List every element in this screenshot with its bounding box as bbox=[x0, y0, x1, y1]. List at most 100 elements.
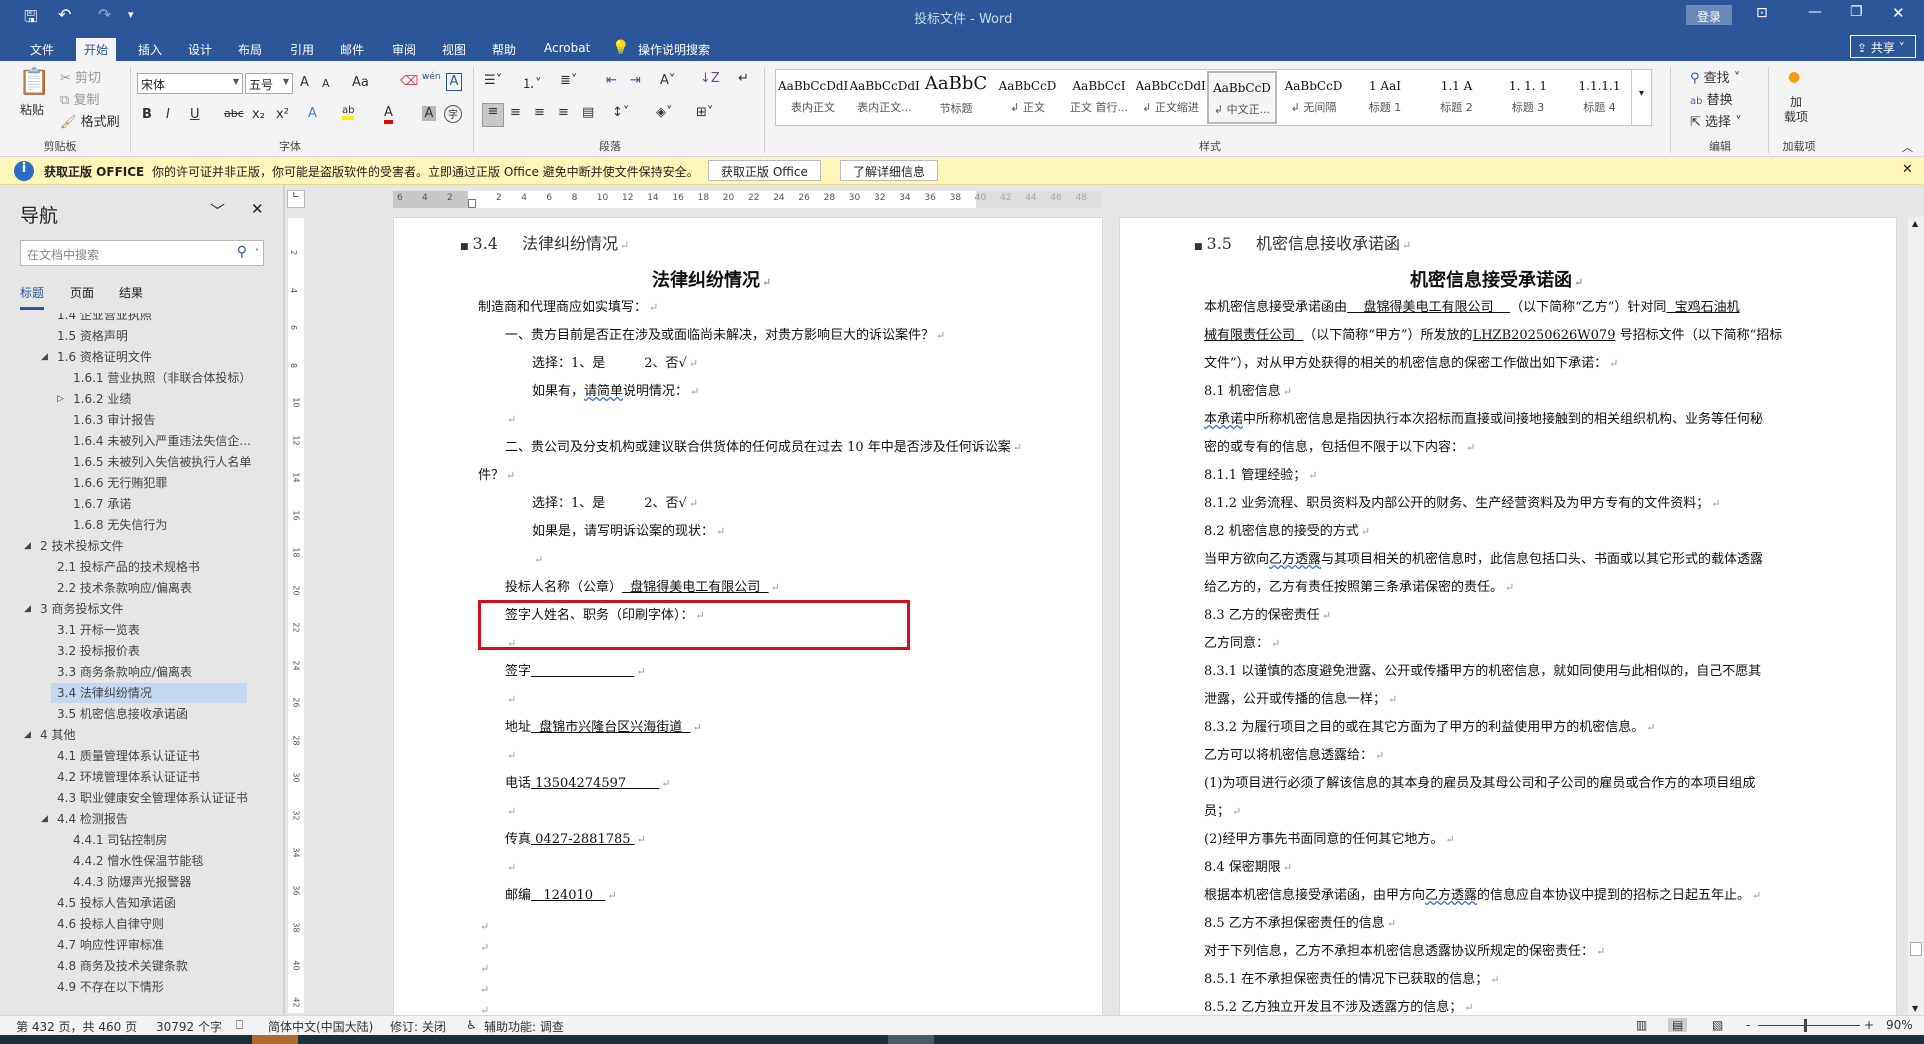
paragraph-line[interactable]: 械有限责任公司 （以下简称“甲方”）所发放的LHZB20250626W079 号… bbox=[1204, 322, 1782, 350]
paragraph-line[interactable] bbox=[505, 742, 516, 770]
shrink-font-button[interactable]: A bbox=[322, 77, 330, 90]
style-item[interactable]: AaBbC 节标题 bbox=[921, 71, 991, 124]
tab-4[interactable]: 布局 bbox=[230, 38, 270, 61]
nav-item[interactable]: 1.6.7 承诺 bbox=[67, 494, 131, 514]
paragraph-line[interactable]: 8.1.1 管理经验； bbox=[1204, 462, 1317, 490]
taskbar-app[interactable] bbox=[252, 1035, 298, 1044]
subscript-button[interactable]: x₂ bbox=[252, 107, 265, 122]
nav-item[interactable]: 1.6.8 无失信行为 bbox=[67, 515, 167, 535]
tab-7[interactable]: 审阅 bbox=[384, 38, 424, 61]
nav-item[interactable]: 3.1 开标一览表 bbox=[51, 620, 140, 640]
nav-item[interactable]: 4.9 不存在以下情形 bbox=[51, 977, 164, 997]
restore-icon[interactable]: ❐ bbox=[1850, 4, 1863, 20]
nav-item[interactable]: 2 技术投标文件 bbox=[34, 536, 123, 556]
paragraph-line[interactable]: (1)为项目进行必须了解该信息的其本身的雇员及其母公司和子公司的雇员或合作方的本… bbox=[1204, 770, 1755, 798]
paragraph-line[interactable]: 一、贵方目前是否正在涉及或面临尚未解决，对贵方影响巨大的诉讼案件？ bbox=[505, 322, 945, 350]
paragraph-line[interactable]: 地址 盘锦市兴隆台区兴海街道 bbox=[505, 714, 702, 742]
login-button[interactable]: 登录 bbox=[1686, 5, 1732, 25]
nav-item[interactable]: 4.4 检测报告 bbox=[51, 809, 128, 829]
language[interactable]: 简体中文(中国大陆) bbox=[268, 1018, 373, 1035]
tab-3[interactable]: 设计 bbox=[180, 38, 220, 61]
style-item[interactable]: AaBbCcD ↲ 中文正... bbox=[1207, 71, 1277, 124]
tab-selector[interactable]: ∟ bbox=[287, 190, 305, 208]
find-button[interactable]: ⚲ 查找 ˅ bbox=[1690, 67, 1740, 86]
paragraph-line[interactable]: 泄露，公开或传播的信息一样； bbox=[1204, 686, 1397, 714]
paste-icon[interactable]: 📋 bbox=[18, 67, 50, 101]
increase-indent-icon[interactable]: ⇥ bbox=[630, 73, 641, 88]
pane-splitter[interactable] bbox=[283, 185, 285, 1015]
nav-item[interactable]: 1.6.5 未被列入失信被执行人名单 bbox=[67, 452, 251, 472]
word-count[interactable]: 30792 个字 bbox=[156, 1018, 222, 1035]
nav-item[interactable]: 3 商务投标文件 bbox=[34, 599, 123, 619]
paragraph-line[interactable]: 根据本机密信息接受承诺函，由甲方向乙方透露的信息应自本协议中提到的招标之日起五年… bbox=[1204, 882, 1761, 910]
close-message-icon[interactable]: ✕ bbox=[1902, 162, 1913, 177]
zoom-out-icon[interactable]: - bbox=[1746, 1018, 1750, 1032]
style-item[interactable]: AaBbCcD ↲ 正文 bbox=[993, 71, 1063, 124]
gallery-more-button[interactable]: ▾ bbox=[1631, 70, 1651, 125]
nav-item[interactable]: 4.7 响应性评审标准 bbox=[51, 935, 164, 955]
nav-item[interactable]: 2.1 投标产品的技术规格书 bbox=[51, 557, 200, 577]
learn-more-button[interactable]: 了解详细信息 bbox=[840, 160, 939, 181]
paragraph-line[interactable]: 电话 13504274597 bbox=[505, 770, 670, 798]
paragraph-line[interactable]: 密的或专有的信息，包括但不限于以下内容： bbox=[1204, 434, 1475, 462]
asian-layout-icon[interactable]: A˅ bbox=[660, 73, 675, 88]
proofing-icon[interactable]: ⎕ bbox=[236, 1018, 243, 1033]
paragraph-line[interactable] bbox=[505, 798, 516, 826]
clear-format-icon[interactable]: ⌫ bbox=[400, 74, 418, 89]
customize-qat-icon[interactable]: ▾ bbox=[128, 8, 134, 21]
page-count[interactable]: 第 432 页，共 460 页 bbox=[16, 1018, 137, 1035]
multilevel-list-icon[interactable]: ≣˅ bbox=[560, 73, 577, 88]
chevron-down-icon[interactable]: ﹀ bbox=[210, 200, 225, 221]
read-mode-icon[interactable]: ▥ bbox=[1636, 1018, 1647, 1032]
paragraph-line[interactable]: 给乙方的，乙方有责任按照第三条承诺保密的责任。 bbox=[1204, 574, 1514, 602]
vertical-scrollbar[interactable]: ▲ ▼ bbox=[1908, 217, 1924, 1015]
expanded-triangle-icon[interactable]: ◢ bbox=[24, 541, 31, 551]
paragraph-line[interactable]: 签字 bbox=[505, 658, 646, 686]
sort-icon[interactable]: ↓Z bbox=[700, 71, 720, 86]
paragraph-line[interactable] bbox=[505, 854, 516, 882]
paragraph-line[interactable]: 本机密信息接受承诺函由 盘锦得美电工有限公司 （以下简称“乙方”）针对同 宝鸡石… bbox=[1204, 294, 1740, 322]
tab-9[interactable]: 帮助 bbox=[484, 38, 524, 61]
ribbon-display-icon[interactable]: ⊡ bbox=[1756, 5, 1768, 21]
paragraph-line[interactable]: 乙方同意： bbox=[1204, 630, 1280, 658]
paragraph-line[interactable]: 选择：1、是 2、否√ bbox=[532, 490, 698, 518]
undo-icon[interactable]: ↶ bbox=[58, 5, 71, 24]
distributed-icon[interactable]: ▤ bbox=[582, 105, 594, 120]
enclose-char-button[interactable]: 字 bbox=[444, 105, 462, 123]
expanded-triangle-icon[interactable]: ◢ bbox=[41, 814, 48, 824]
search-icon[interactable]: ⚲ bbox=[237, 244, 247, 260]
tab-10[interactable]: Acrobat bbox=[536, 38, 598, 61]
accessibility-status[interactable]: 辅助功能: 调查 bbox=[484, 1018, 564, 1035]
nav-item[interactable]: 3.5 机密信息接收承诺函 bbox=[51, 704, 188, 724]
scroll-thumb[interactable] bbox=[1910, 942, 1922, 956]
superscript-button[interactable]: x² bbox=[276, 107, 289, 122]
paragraph-line[interactable]: 8.1 机密信息 bbox=[1204, 378, 1292, 406]
style-item[interactable]: AaBbCcI 正文 首行... bbox=[1064, 71, 1134, 124]
numbering-icon[interactable]: ⒈˅ bbox=[522, 73, 542, 92]
page-433[interactable]: ■3.5 机密信息接收承诺函机密信息接受承诺函本机密信息接受承诺函由 盘锦得美电工… bbox=[1119, 217, 1897, 1015]
chevron-down-icon[interactable]: ˅ bbox=[255, 248, 259, 257]
paragraph-line[interactable]: 如果是，请写明诉讼案的现状： bbox=[532, 518, 725, 546]
taskbar-app[interactable] bbox=[888, 1035, 934, 1044]
close-pane-icon[interactable]: ✕ bbox=[251, 200, 264, 218]
line-spacing-icon[interactable]: ↕˅ bbox=[612, 105, 629, 120]
nav-tab-pages[interactable]: 页面 bbox=[70, 284, 94, 301]
get-genuine-button[interactable]: 获取正版 Office bbox=[708, 160, 821, 181]
collapsed-triangle-icon[interactable]: ▷ bbox=[57, 394, 64, 404]
tell-me-search[interactable]: 操作说明搜索 bbox=[638, 41, 710, 58]
style-item[interactable]: 1 AaI 标题 1 bbox=[1350, 71, 1420, 124]
paragraph-line[interactable]: 8.2 机密信息的接受的方式 bbox=[1204, 518, 1370, 546]
save-icon[interactable]: 🖫 bbox=[24, 6, 38, 33]
nav-item[interactable]: 1.6.4 未被列入严重违法失信企... bbox=[67, 431, 251, 451]
empty-paragraph[interactable] bbox=[478, 997, 489, 1015]
paragraph-line[interactable]: 对于下列信息，乙方不承担本机密信息透露协议所规定的保密责任： bbox=[1204, 938, 1605, 966]
text-effects-button[interactable]: A bbox=[308, 106, 317, 121]
nav-tab-headings[interactable]: 标题 bbox=[20, 284, 45, 310]
justify-icon[interactable]: ≡ bbox=[558, 105, 569, 120]
minimize-icon[interactable]: — bbox=[1808, 4, 1822, 20]
paragraph-line[interactable]: 选择：1、是 2、否√ bbox=[532, 350, 698, 378]
page-432[interactable]: ■3.4法律纠纷情况法律纠纷情况制造商和代理商应如实填写：一、贵方目前是否正在涉… bbox=[393, 217, 1103, 1015]
paragraph-line[interactable]: 投标人名称（公章） 盘锦得美电工有限公司 bbox=[505, 574, 780, 602]
paragraph-line[interactable]: (2)经甲方事先书面同意的任何其它地方。 bbox=[1204, 826, 1455, 854]
nav-item[interactable]: 4.4.3 防爆声光报警器 bbox=[67, 872, 191, 892]
